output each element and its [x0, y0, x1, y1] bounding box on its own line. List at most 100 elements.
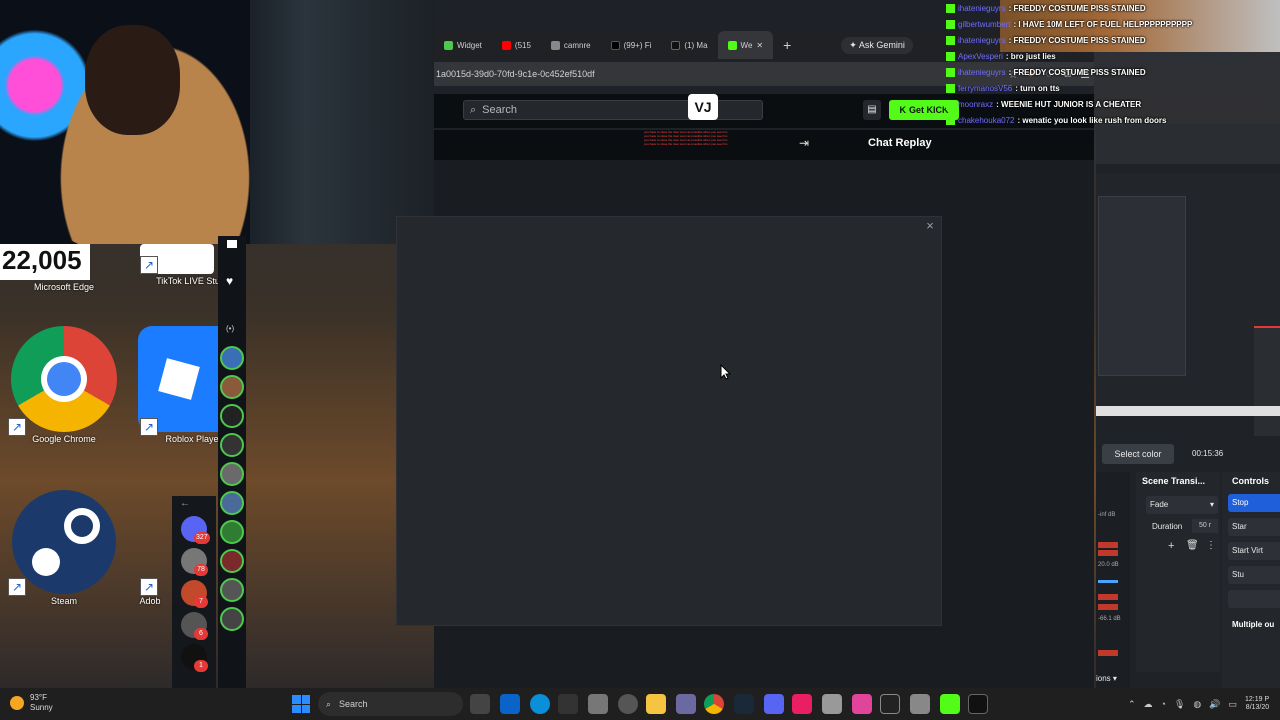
windows-start-icon[interactable] [292, 695, 310, 713]
microphone-icon[interactable]: 🎙 [1174, 699, 1185, 710]
select-color-button[interactable]: Select color [1102, 444, 1174, 464]
battery-icon[interactable]: ▭ [1229, 699, 1238, 710]
followed-channel-avatar[interactable] [220, 404, 244, 428]
obs-bottom-label[interactable]: ions ▾ [1096, 674, 1117, 683]
ask-gemini-button[interactable]: ✦ Ask Gemini [841, 36, 913, 54]
tab-youtube[interactable]: (515 [492, 31, 541, 59]
app-icon[interactable] [880, 694, 900, 714]
chat-replay-title: Chat Replay [868, 137, 932, 149]
app-icon[interactable] [558, 694, 578, 714]
file-explorer-icon[interactable] [646, 694, 666, 714]
settings-button[interactable] [1228, 590, 1280, 608]
obs-thumbnail-strip [1096, 124, 1280, 164]
followed-channel-avatar[interactable] [220, 346, 244, 370]
chat-username[interactable]: ihatenieguyrs [958, 36, 1006, 45]
volume-icon[interactable]: 🔊 [1209, 699, 1220, 710]
chat-message: ApexVesperi: bro just lies [946, 48, 1280, 64]
tab-label: We [740, 40, 753, 50]
transition-select[interactable]: Fade ▾ [1146, 496, 1218, 514]
webcam-head [85, 25, 180, 135]
heart-icon[interactable]: ♥ [226, 274, 233, 288]
edge-icon[interactable] [530, 694, 550, 714]
obs-icon[interactable] [618, 694, 638, 714]
chat-username[interactable]: ihatenieguyrs [958, 68, 1006, 77]
taskbar-search[interactable]: ⌕ Search [318, 692, 463, 716]
menu-icon[interactable]: ▤ [863, 100, 881, 120]
chat-username[interactable]: ferrymanosV56 [958, 84, 1012, 93]
desktop-icon-edge[interactable]: Microsoft Edge [4, 280, 124, 292]
chevron-down-icon: ▾ [1112, 674, 1117, 683]
trash-icon[interactable]: 🗑 [1186, 540, 1199, 551]
search-input[interactable]: ⌕ Search [463, 100, 763, 120]
start-virtual-camera-button[interactable]: Start Virt [1228, 542, 1280, 560]
studio-mode-button[interactable]: Stu [1228, 566, 1280, 584]
new-tab-button[interactable]: + [773, 37, 801, 53]
url-text[interactable]: 1a0015d-39d0-70fd-9c1e-0c452ef510df [436, 69, 1004, 79]
chat-username[interactable]: gilbertwumbert [958, 20, 1010, 29]
youtube-icon [501, 40, 511, 50]
chevron-up-icon[interactable]: ⌃ [1128, 699, 1136, 710]
close-tab-icon[interactable]: ✕ [756, 41, 763, 50]
app-icon[interactable] [852, 694, 872, 714]
wifi-icon[interactable]: ◔ [1161, 699, 1166, 709]
capcut-icon[interactable] [968, 694, 988, 714]
app-icon[interactable] [588, 694, 608, 714]
tab-widget[interactable]: Widget [434, 31, 492, 59]
weather-widget[interactable]: 93°F Sunny [10, 693, 53, 713]
more-options-icon[interactable]: ⋮ [1206, 540, 1216, 551]
followed-channel-avatar[interactable] [220, 549, 244, 573]
stop-streaming-button[interactable]: Stop [1228, 494, 1280, 512]
start-recording-button[interactable]: Star [1228, 518, 1280, 536]
scene-transitions-title: Scene Transi... [1142, 476, 1206, 486]
tab-x[interactable]: (1) Ma [661, 31, 717, 59]
globe-icon[interactable]: ◍ [1193, 699, 1201, 710]
kick-badge-icon [946, 35, 955, 45]
kick-badge-icon [946, 3, 955, 13]
duration-input[interactable]: 50 r [1192, 519, 1218, 533]
followed-channel-avatar[interactable] [220, 433, 244, 457]
followed-channel-avatar[interactable] [220, 520, 244, 544]
chat-username[interactable]: moonraxz [958, 100, 993, 109]
chat-username[interactable]: chakehouka072 [958, 116, 1015, 125]
shortcut-arrow-icon: ↗ [140, 418, 158, 436]
tab-favicon [444, 40, 453, 50]
tab-tiktok[interactable]: (99+) Fi [601, 31, 662, 59]
roblox-icon [138, 326, 218, 432]
discord-icon[interactable] [764, 694, 784, 714]
close-icon[interactable]: × [923, 219, 937, 233]
network-icon[interactable]: ☁ [1144, 699, 1153, 710]
collapse-chat-icon[interactable]: ⇥ [799, 136, 809, 150]
tab-kick-active[interactable]: We ✕ [717, 31, 774, 59]
volume-slider[interactable] [1098, 580, 1118, 583]
tab-camnre[interactable]: camnre [541, 31, 601, 59]
followed-channel-avatar[interactable] [220, 375, 244, 399]
chat-message: gilbertwumbert: I HAVE 10M LEFT OF FUEL … [946, 16, 1280, 32]
rail-top-icon[interactable] [227, 240, 237, 248]
tiktok-icon[interactable] [792, 694, 812, 714]
chat-username[interactable]: ApexVesperi [958, 52, 1003, 61]
task-view-icon[interactable] [470, 694, 490, 714]
followed-channel-avatar[interactable] [220, 607, 244, 631]
tab-favicon [550, 40, 560, 50]
mixer-level: 20.0 dB [1098, 562, 1119, 568]
back-arrow-icon[interactable]: ← [180, 498, 190, 509]
followed-channel-avatar[interactable] [220, 578, 244, 602]
app-icon[interactable] [910, 694, 930, 714]
add-icon[interactable]: + [1168, 540, 1174, 552]
kick-icon[interactable] [940, 694, 960, 714]
steam-icon[interactable] [734, 694, 754, 714]
app-icon[interactable] [676, 694, 696, 714]
chrome-icon[interactable] [704, 694, 724, 714]
followed-channel-avatar[interactable] [220, 491, 244, 515]
mixer-meter [1098, 542, 1118, 548]
clock[interactable]: 12:19 P 8/13/20 [1245, 696, 1269, 712]
chat-username[interactable]: ihatenieguyrs [958, 4, 1006, 13]
store-icon[interactable] [500, 694, 520, 714]
live-icon[interactable]: (•) [226, 324, 234, 333]
followed-channel-avatar[interactable] [220, 462, 244, 486]
app-icon[interactable] [822, 694, 842, 714]
mini-chat-preview: you have to close the door soon as possi… [644, 130, 784, 160]
scene-transitions-panel: Scene Transi... Fade ▾ Duration 50 r + 🗑 … [1136, 472, 1220, 672]
system-tray: ⌃ ☁ ◔ 🎙 ◍ 🔊 ▭ 12:19 P 8/13/20 [1128, 688, 1269, 720]
chat-overlay: ihatenieguyrs: FREDDY COSTUME PISS STAIN… [946, 0, 1280, 125]
